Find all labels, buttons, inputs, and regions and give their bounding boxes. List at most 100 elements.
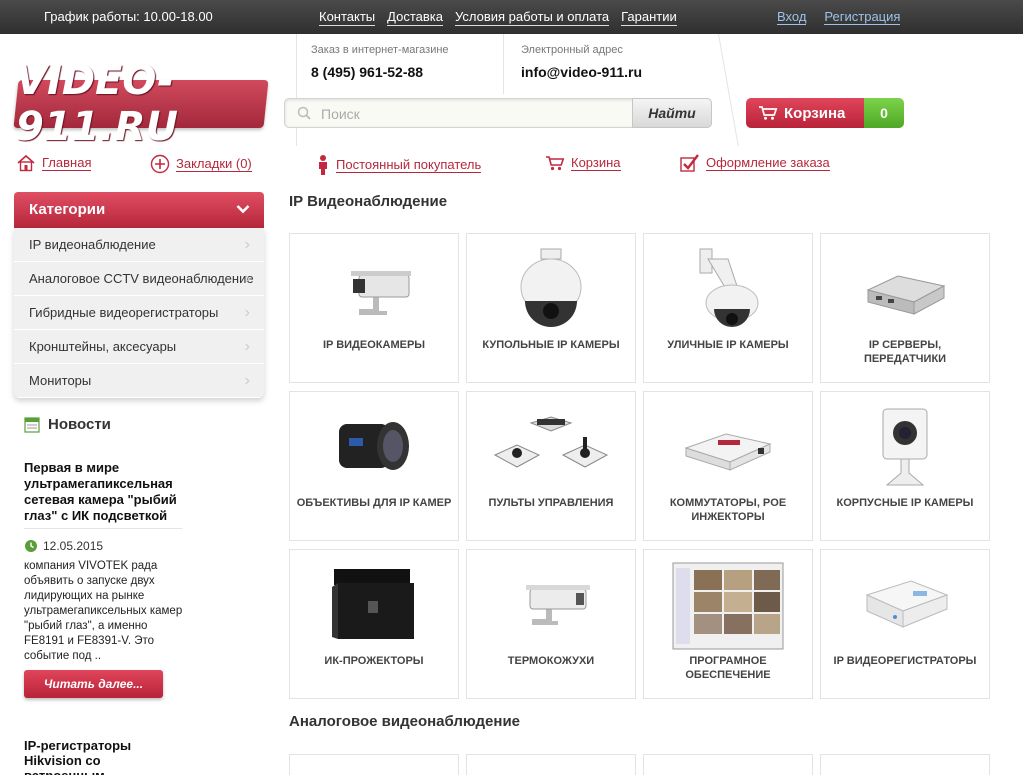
news-item-date: 12.05.2015 xyxy=(43,539,104,553)
category-card-label: Програмное обеспечение xyxy=(685,655,771,681)
contact-box: Заказ в интернет-магазине 8 (495) 961-52… xyxy=(296,34,746,146)
cart-button[interactable]: Корзина xyxy=(746,98,864,128)
nav-bookmarks-label: Закладки (0) xyxy=(176,155,252,172)
phone-number: 8 (495) 961-52-88 xyxy=(311,64,424,80)
category-brackets[interactable]: Кронштейны, аксесуары › xyxy=(14,330,264,364)
category-label: IP видеонаблюдение xyxy=(29,237,156,252)
category-list: IP видеонаблюдение › Аналоговое CCTV виде… xyxy=(14,228,264,398)
cube-camera-icon xyxy=(821,398,989,498)
lens-icon xyxy=(290,398,458,498)
category-card[interactable]: Объективы для IP камер xyxy=(289,391,459,541)
nav-links: Главная Закладки (0) Постоянный покупате… xyxy=(0,154,1023,176)
cart-icon xyxy=(759,106,778,120)
category-label: Кронштейны, аксесуары xyxy=(29,339,177,354)
news-icon xyxy=(24,416,40,433)
category-card-label: ИК-прожекторы xyxy=(324,655,424,667)
nav-cart[interactable]: Корзина xyxy=(545,154,621,172)
chevron-right-icon: › xyxy=(244,270,250,287)
dome-camera-icon xyxy=(467,240,635,340)
category-card[interactable]: Програмное обеспечение xyxy=(643,549,813,699)
software-screen-icon xyxy=(644,556,812,656)
nav-home[interactable]: Главная xyxy=(16,154,92,172)
chevron-right-icon: › xyxy=(244,338,250,355)
category-analog[interactable]: Аналоговое CCTV видеонаблюдение › xyxy=(14,262,264,296)
category-card[interactable]: ИК-прожекторы xyxy=(289,549,459,699)
category-card[interactable] xyxy=(820,754,990,775)
search-button[interactable]: Найти xyxy=(632,98,712,128)
login-link[interactable]: Вход xyxy=(777,9,807,25)
news-title: Новости xyxy=(48,416,111,433)
category-card-label: IP видеокамеры xyxy=(322,339,426,351)
top-bar: График работы: 10.00-18.00 Контакты Дост… xyxy=(0,0,1023,34)
ir-illuminator-icon xyxy=(290,556,458,656)
top-link-warranty[interactable]: Гарантии xyxy=(621,9,677,26)
home-icon xyxy=(17,154,35,172)
category-card[interactable]: Купольные IP камеры xyxy=(466,233,636,383)
nav-checkout[interactable]: Оформление заказа xyxy=(680,154,830,172)
category-card[interactable]: Термокожухи xyxy=(466,549,636,699)
category-label: Аналоговое CCTV видеонаблюдение xyxy=(29,271,254,286)
category-card[interactable]: Пульты управления xyxy=(466,391,636,541)
nav-cart-label: Корзина xyxy=(571,154,621,171)
category-card[interactable] xyxy=(643,754,813,775)
category-card-label: Уличные IP камеры xyxy=(667,339,789,351)
nav-checkout-label: Оформление заказа xyxy=(706,154,830,171)
cart-count: 0 xyxy=(864,98,904,128)
category-card-label: Термокожухи xyxy=(507,655,595,667)
read-more-button[interactable]: Читать далее... xyxy=(24,670,163,698)
site-logo[interactable]: VIDEO-911.RU xyxy=(13,58,269,150)
outdoor-dome-camera-icon xyxy=(644,240,812,340)
register-link[interactable]: Регистрация xyxy=(824,9,901,25)
email-block: Электронный адрес info@video-911.ru xyxy=(521,44,642,80)
category-label: Мониторы xyxy=(29,373,92,388)
joystick-controller-icon xyxy=(467,398,635,498)
news-item-title[interactable]: Первая в мире ультрамегапиксельная сетев… xyxy=(24,460,184,524)
category-card[interactable]: IP серверы, передатчики xyxy=(820,233,990,383)
nav-home-label: Главная xyxy=(42,154,92,171)
news-item-date-row: 12.05.2015 xyxy=(24,539,184,553)
category-card[interactable]: Корпусные IP камеры xyxy=(820,391,990,541)
search-icon xyxy=(297,106,311,120)
news-item-body: компания VIVOTEK рада объявить о запуске… xyxy=(24,560,183,662)
checkmark-icon xyxy=(680,154,699,172)
category-card[interactable] xyxy=(289,754,459,775)
housing-camera-icon xyxy=(467,556,635,656)
email-label: Электронный адрес xyxy=(521,44,623,56)
top-link-contacts[interactable]: Контакты xyxy=(319,9,376,26)
category-monitors[interactable]: Мониторы › xyxy=(14,364,264,398)
category-card-label: IP серверы, передатчики xyxy=(863,339,947,365)
categories-header[interactable]: Категории xyxy=(14,192,264,228)
clock-icon xyxy=(25,540,37,552)
contact-divider xyxy=(503,34,504,94)
news-item-title[interactable]: IP-регистраторы Hikvision со встроенным xyxy=(24,738,184,775)
top-link-terms[interactable]: Условия работы и оплата xyxy=(454,9,610,26)
phone-block: Заказ в интернет-магазине 8 (495) 961-52… xyxy=(311,44,449,80)
category-card[interactable]: Уличные IP камеры xyxy=(643,233,813,383)
plus-circle-icon xyxy=(150,154,170,174)
category-card[interactable]: IP видеорегистраторы xyxy=(820,549,990,699)
categories-title: Категории xyxy=(29,201,106,218)
nav-regular-customer[interactable]: Постоянный покупатель xyxy=(316,154,482,176)
video-server-icon xyxy=(821,240,989,340)
box-camera-icon xyxy=(290,240,458,340)
top-links: Контакты Доставка Условия работы и оплат… xyxy=(319,9,677,26)
category-card[interactable]: IP видеокамеры xyxy=(289,233,459,383)
category-card[interactable] xyxy=(466,754,636,775)
category-card-label: Купольные IP камеры xyxy=(482,339,620,351)
email-address: info@video-911.ru xyxy=(521,64,643,80)
search-input[interactable]: Поиск xyxy=(321,106,360,122)
category-card-label: Корпусные IP камеры xyxy=(836,497,974,509)
category-ip[interactable]: IP видеонаблюдение › xyxy=(14,228,264,262)
phone-label: Заказ в интернет-магазине xyxy=(311,44,449,56)
cart-widget[interactable]: Корзина 0 xyxy=(746,98,904,128)
auth-links: Вход Регистрация xyxy=(777,9,901,25)
category-card[interactable]: Коммутаторы, POE инжекторы xyxy=(643,391,813,541)
section-title-analog: Аналоговое видеонаблюдение xyxy=(289,713,521,730)
category-label: Гибридные видеорегистраторы xyxy=(29,305,219,320)
nav-bookmarks[interactable]: Закладки (0) xyxy=(150,154,252,174)
person-icon xyxy=(319,155,327,175)
news-item: Первая в мире ультрамегапиксельная сетев… xyxy=(24,460,184,664)
top-link-delivery[interactable]: Доставка xyxy=(387,9,443,26)
category-hybrid[interactable]: Гибридные видеорегистраторы › xyxy=(14,296,264,330)
news-header: Новости xyxy=(24,416,111,433)
